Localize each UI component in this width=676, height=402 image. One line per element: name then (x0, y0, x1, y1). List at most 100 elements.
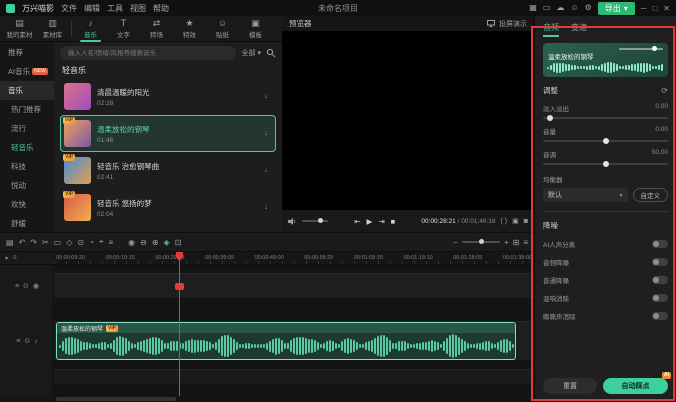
playhead-marker[interactable] (175, 283, 184, 290)
fit-timeline-icon[interactable]: ⊞ (513, 238, 520, 247)
normal-denoise-toggle[interactable] (652, 276, 668, 284)
reverb-removal-toggle[interactable] (652, 294, 668, 302)
zoom-out-icon[interactable]: − (453, 238, 458, 247)
download-icon[interactable]: ↓ (260, 128, 272, 140)
workspace-grid-icon[interactable]: ▦ (529, 4, 537, 12)
category-hot[interactable]: 热门推荐 (0, 100, 54, 119)
track-manager-icon[interactable]: ≡ (523, 238, 528, 247)
timeline-tracks[interactable]: 温柔放松的钢琴 VIP (54, 265, 534, 396)
auto-beat-button[interactable]: 自动踩点AI (603, 378, 668, 394)
track-height-icon[interactable]: ≡ (13, 255, 17, 261)
mixer-icon[interactable]: ≡ (108, 238, 113, 247)
category-soothing[interactable]: 舒缓 (0, 214, 54, 233)
filter-dropdown[interactable]: 全部▾ (241, 48, 261, 58)
pitch-slider[interactable] (543, 163, 668, 165)
menu-help[interactable]: 帮助 (153, 3, 169, 14)
music-item[interactable]: VIP 轻音乐 治愈钢琴曲02:41 ↓ (60, 152, 276, 189)
track-menu-icon[interactable]: ≡ (16, 338, 20, 345)
device-icon[interactable]: ▭ (543, 4, 551, 12)
tab-text[interactable]: T文字 (107, 17, 140, 41)
music-item-selected[interactable]: VIP 温柔放松的钢琴01:46 ↓ (60, 115, 276, 152)
lock-icon[interactable]: ⊙ (23, 282, 29, 290)
timeline-zoom-slider[interactable] (462, 241, 500, 243)
tab-effects[interactable]: ★特效 (173, 17, 206, 41)
minimize-button[interactable]: ─ (641, 4, 647, 13)
category-light-music[interactable]: 轻音乐 (0, 138, 54, 157)
timeline-horizontal-scrollbar[interactable] (54, 396, 534, 402)
tab-sticker[interactable]: ☺贴纸 (206, 17, 239, 41)
menu-edit[interactable]: 编辑 (84, 3, 100, 14)
redo-icon[interactable]: ↷ (30, 238, 37, 247)
playhead-line[interactable] (179, 252, 180, 396)
volume-slider[interactable] (302, 220, 328, 222)
audio-clip[interactable]: 温柔放松的钢琴 VIP (56, 322, 516, 360)
eye-icon[interactable]: ◉ (33, 282, 39, 290)
category-music[interactable]: 音乐 (0, 81, 54, 100)
crop-icon[interactable]: ▭ (54, 238, 62, 247)
snap-magnet-icon[interactable]: ◈ (164, 238, 170, 247)
video-track-lane[interactable] (54, 273, 534, 299)
category-recommend[interactable]: 推荐 (0, 43, 54, 62)
tab-stock-media[interactable]: ▥素材库 (36, 17, 69, 41)
volume-slider[interactable] (543, 140, 668, 142)
category-ai-music[interactable]: AI音乐NEW (0, 62, 54, 81)
reset-section-icon[interactable]: ⟳ (661, 86, 668, 95)
keyframe-icon[interactable]: ⌖ (99, 237, 104, 247)
zoom-in-icon[interactable]: + (504, 238, 509, 247)
previous-frame-icon[interactable]: ⇤ (354, 217, 360, 226)
settings-gear-icon[interactable]: ⚙ (585, 4, 592, 12)
mark-in-out-icon[interactable]: ( ) (501, 218, 508, 225)
menu-tools[interactable]: 工具 (107, 3, 123, 14)
mute-speaker-icon[interactable]: ♪ (34, 338, 38, 345)
download-icon[interactable]: ↓ (260, 165, 272, 177)
speed-icon[interactable]: ◇ (66, 238, 72, 247)
auto-ripple-icon[interactable]: ⊡ (175, 238, 182, 247)
audio-clip-card[interactable]: 温柔放松的钢琴 (543, 43, 668, 77)
undo-icon[interactable]: ↶ (19, 238, 26, 247)
delete-icon[interactable]: ⊖ (140, 238, 147, 247)
tab-music[interactable]: ♪音乐 (74, 17, 107, 41)
track-menu-icon[interactable]: ≡ (15, 283, 19, 290)
tab-transition[interactable]: ⇄转场 (140, 17, 173, 41)
cast-display-button[interactable]: 投屏演示 (487, 19, 527, 29)
search-icon[interactable] (266, 48, 276, 58)
close-button[interactable]: ✕ (663, 4, 670, 13)
snapshot-camera-icon[interactable]: ◙ (524, 218, 528, 225)
preview-stage[interactable] (282, 31, 534, 210)
volume-icon[interactable] (288, 217, 297, 226)
menu-file[interactable]: 文件 (61, 3, 77, 14)
tab-audio[interactable]: 音频 (543, 22, 559, 37)
fade-slider[interactable] (543, 117, 668, 119)
tab-my-media[interactable]: ▤我的素材 (3, 17, 36, 41)
category-pop[interactable]: 流行 (0, 119, 54, 138)
hiss-removal-toggle[interactable] (652, 312, 668, 320)
vocal-separation-toggle[interactable] (652, 240, 668, 248)
cloud-icon[interactable]: ☁ (556, 4, 564, 12)
category-cheerful[interactable]: 欢快 (0, 195, 54, 214)
stop-icon[interactable]: ■ (391, 217, 396, 226)
timeline-ruler[interactable]: 00:00:09:20 00:00:19:15 00:00:29:10 00:0… (54, 252, 534, 265)
lock-icon[interactable]: ⊙ (24, 337, 30, 345)
download-icon[interactable]: ↓ (260, 91, 272, 103)
record-icon[interactable]: ◔ (89, 238, 94, 247)
music-item[interactable]: VIP 轻音乐 悠扬的梦02:04 ↓ (60, 189, 276, 226)
next-frame-icon[interactable]: ⇥ (378, 217, 384, 226)
play-icon[interactable]: ▶ (367, 217, 373, 226)
scrollbar-thumb[interactable] (56, 397, 176, 401)
tab-template[interactable]: ▣模板 (239, 17, 272, 41)
empty-track-lane[interactable] (54, 369, 534, 385)
category-upbeat[interactable]: 悦动 (0, 176, 54, 195)
card-volume-slider[interactable] (619, 48, 663, 50)
marker-icon[interactable]: ⊙ (77, 238, 84, 247)
track-options-icon[interactable]: ▾ (5, 255, 8, 262)
user-icon[interactable]: ☺ (570, 4, 578, 12)
audio-denoise-toggle[interactable] (652, 258, 668, 266)
add-icon[interactable]: ⊕ (152, 238, 159, 247)
search-input[interactable] (60, 46, 236, 60)
equalizer-custom-button[interactable]: 自定义 (633, 188, 669, 202)
render-preview-icon[interactable]: ◉ (128, 238, 135, 247)
equalizer-select[interactable]: 默认▾ (543, 188, 628, 202)
export-button[interactable]: 导出▾ (598, 2, 635, 15)
fullscreen-icon[interactable]: ▣ (512, 217, 519, 225)
menu-view[interactable]: 视图 (130, 3, 146, 14)
